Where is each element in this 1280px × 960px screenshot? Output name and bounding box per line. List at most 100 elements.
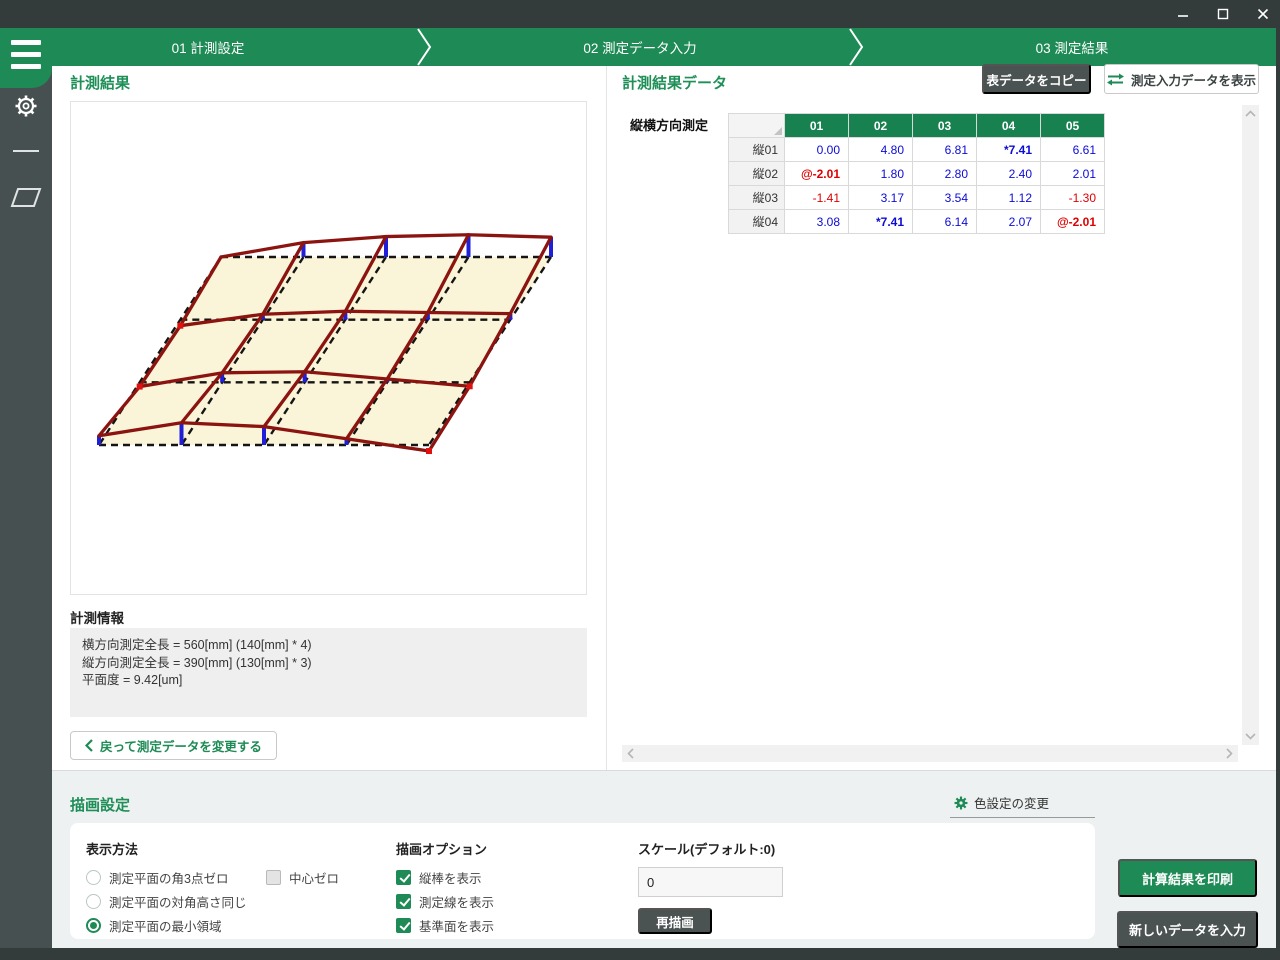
- radio-icon: [86, 894, 101, 909]
- table-column-header: 03: [913, 114, 977, 138]
- draw-options-title: 描画オプション: [396, 839, 487, 858]
- table-row-header: 縦04: [729, 210, 785, 234]
- horizontal-scrollbar[interactable]: [622, 745, 1238, 762]
- sidebar-plane-measure-button[interactable]: [0, 178, 52, 218]
- maximize-icon: [1217, 8, 1229, 20]
- chevron-left-small-icon: [627, 748, 634, 759]
- draw-option-checkbox[interactable]: 縦棒を表示: [396, 865, 494, 889]
- table-cell: 6.14: [913, 210, 977, 234]
- maximize-button[interactable]: [1214, 5, 1232, 23]
- table-cell: 0.00: [785, 138, 849, 162]
- radio-label: 測定平面の角3点ゼロ: [109, 868, 228, 887]
- table-row: 縦02@-2.011.802.802.402.01: [729, 162, 1105, 186]
- close-icon: [1257, 8, 1269, 20]
- display-method-radio[interactable]: 測定平面の最小領域: [86, 913, 247, 937]
- table-cell: *7.41: [849, 210, 913, 234]
- display-method-radio[interactable]: 測定平面の角3点ゼロ: [86, 865, 247, 889]
- table-row: 縦010.004.806.81*7.416.61: [729, 138, 1105, 162]
- close-button[interactable]: [1254, 5, 1272, 23]
- scroll-left-button[interactable]: [622, 745, 639, 762]
- info-line: 横方向測定全長 = 560[mm] (140[mm] * 4): [82, 637, 575, 655]
- window-frame-right: [1276, 28, 1280, 948]
- result-data-title: 計測結果データ: [622, 72, 727, 93]
- negative-point-marker: [137, 384, 143, 390]
- center-zero-checkbox[interactable]: 中心ゼロ: [266, 865, 339, 889]
- table-column-header: 01: [785, 114, 849, 138]
- table-cell: 6.81: [913, 138, 977, 162]
- step-3[interactable]: 03 測定結果: [864, 28, 1280, 66]
- new-data-button[interactable]: 新しいデータを入力: [1117, 911, 1258, 948]
- measurement-result-title: 計測結果: [70, 72, 130, 93]
- minimize-button[interactable]: [1174, 5, 1192, 23]
- table-row: 縦043.08*7.416.142.07@-2.01: [729, 210, 1105, 234]
- display-method-title: 表示方法: [86, 839, 138, 858]
- step-1[interactable]: 01 計測設定: [0, 28, 416, 66]
- step-label: 03 測定結果: [1036, 37, 1109, 57]
- sidebar-line-measure-button[interactable]: [0, 131, 52, 171]
- table-column-header: 05: [1041, 114, 1105, 138]
- show-input-data-button[interactable]: 測定入力データを表示: [1104, 64, 1259, 94]
- table-cell: @-2.01: [1041, 210, 1105, 234]
- table-label: 縦横方向測定: [630, 115, 708, 134]
- minimize-icon: [1177, 8, 1189, 20]
- step-label: 02 測定データ入力: [583, 37, 696, 57]
- table-column-header: 04: [977, 114, 1041, 138]
- table-cell: 3.08: [785, 210, 849, 234]
- checkbox-icon: [266, 870, 281, 885]
- color-settings-link[interactable]: 色設定の変更: [950, 793, 1095, 818]
- info-line: 縦方向測定全長 = 390[mm] (130[mm] * 3): [82, 655, 575, 673]
- back-to-data-button[interactable]: 戻って測定データを変更する: [70, 731, 277, 760]
- negative-point-marker: [467, 383, 473, 389]
- chevron-down-icon: [1245, 733, 1256, 740]
- table-cell: 1.80: [849, 162, 913, 186]
- scroll-down-button[interactable]: [1242, 728, 1259, 745]
- negative-point-marker: [177, 323, 183, 329]
- table-cell: 2.80: [913, 162, 977, 186]
- sidebar: [0, 66, 52, 948]
- table-cell: -1.30: [1041, 186, 1105, 210]
- scale-input[interactable]: [638, 867, 783, 897]
- table-row-header: 縦02: [729, 162, 785, 186]
- table-cell: 2.01: [1041, 162, 1105, 186]
- info-line: 平面度 = 9.42[um]: [82, 672, 575, 690]
- surface-chart: [71, 102, 586, 594]
- draw-settings-panel: 描画設定 色設定の変更 表示方法 測定平面の角3点ゼロ測定平面の対角高さ同じ測定…: [52, 770, 1276, 948]
- sidebar-settings-button[interactable]: [0, 86, 52, 126]
- panel-divider: [606, 66, 607, 770]
- chevron-left-icon: [85, 739, 93, 752]
- step-separator-chevron-icon: [416, 28, 432, 66]
- scale-label: スケール(デフォルト:0): [638, 839, 775, 858]
- checkbox-icon: [396, 894, 411, 909]
- show-input-data-label: 測定入力データを表示: [1131, 70, 1256, 89]
- print-result-button[interactable]: 計算結果を印刷: [1118, 859, 1257, 897]
- step-2[interactable]: 02 測定データ入力: [432, 28, 848, 66]
- display-method-radio[interactable]: 測定平面の対角高さ同じ: [86, 889, 247, 913]
- table-cell: *7.41: [977, 138, 1041, 162]
- radio-label: 測定平面の対角高さ同じ: [109, 892, 247, 911]
- hamburger-menu-button[interactable]: [0, 28, 52, 88]
- redraw-button[interactable]: 再描画: [638, 908, 712, 934]
- draw-settings-title: 描画設定: [70, 794, 130, 815]
- copy-table-button[interactable]: 表データをコピー: [982, 64, 1091, 94]
- window-controls: [1174, 0, 1272, 28]
- checkbox-label: 基準面を表示: [419, 916, 494, 935]
- scroll-up-button[interactable]: [1242, 105, 1259, 122]
- color-settings-label: 色設定の変更: [974, 793, 1049, 812]
- draw-options: 縦棒を表示測定線を表示基準面を表示: [396, 865, 494, 937]
- measurement-info-title: 計測情報: [70, 607, 124, 627]
- swap-arrows-icon: [1107, 73, 1124, 86]
- radio-icon: [86, 918, 101, 933]
- scroll-right-button[interactable]: [1221, 745, 1238, 762]
- table-cell: 3.17: [849, 186, 913, 210]
- draw-option-checkbox[interactable]: 基準面を表示: [396, 913, 494, 937]
- draw-settings-card: 表示方法 測定平面の角3点ゼロ測定平面の対角高さ同じ測定平面の最小領域 中心ゼロ…: [70, 823, 1095, 939]
- radio-icon: [86, 870, 101, 885]
- table-cell: @-2.01: [785, 162, 849, 186]
- draw-option-checkbox[interactable]: 測定線を表示: [396, 889, 494, 913]
- table-cell: 2.40: [977, 162, 1041, 186]
- step-label: 01 計測設定: [172, 37, 245, 57]
- vertical-scrollbar[interactable]: [1242, 105, 1259, 745]
- measurement-info-box: 横方向測定全長 = 560[mm] (140[mm] * 4)縦方向測定全長 =…: [70, 628, 587, 717]
- application-window: 01 計測設定 02 測定データ入力 03 測定結果: [0, 0, 1280, 960]
- checkbox-icon: [396, 918, 411, 933]
